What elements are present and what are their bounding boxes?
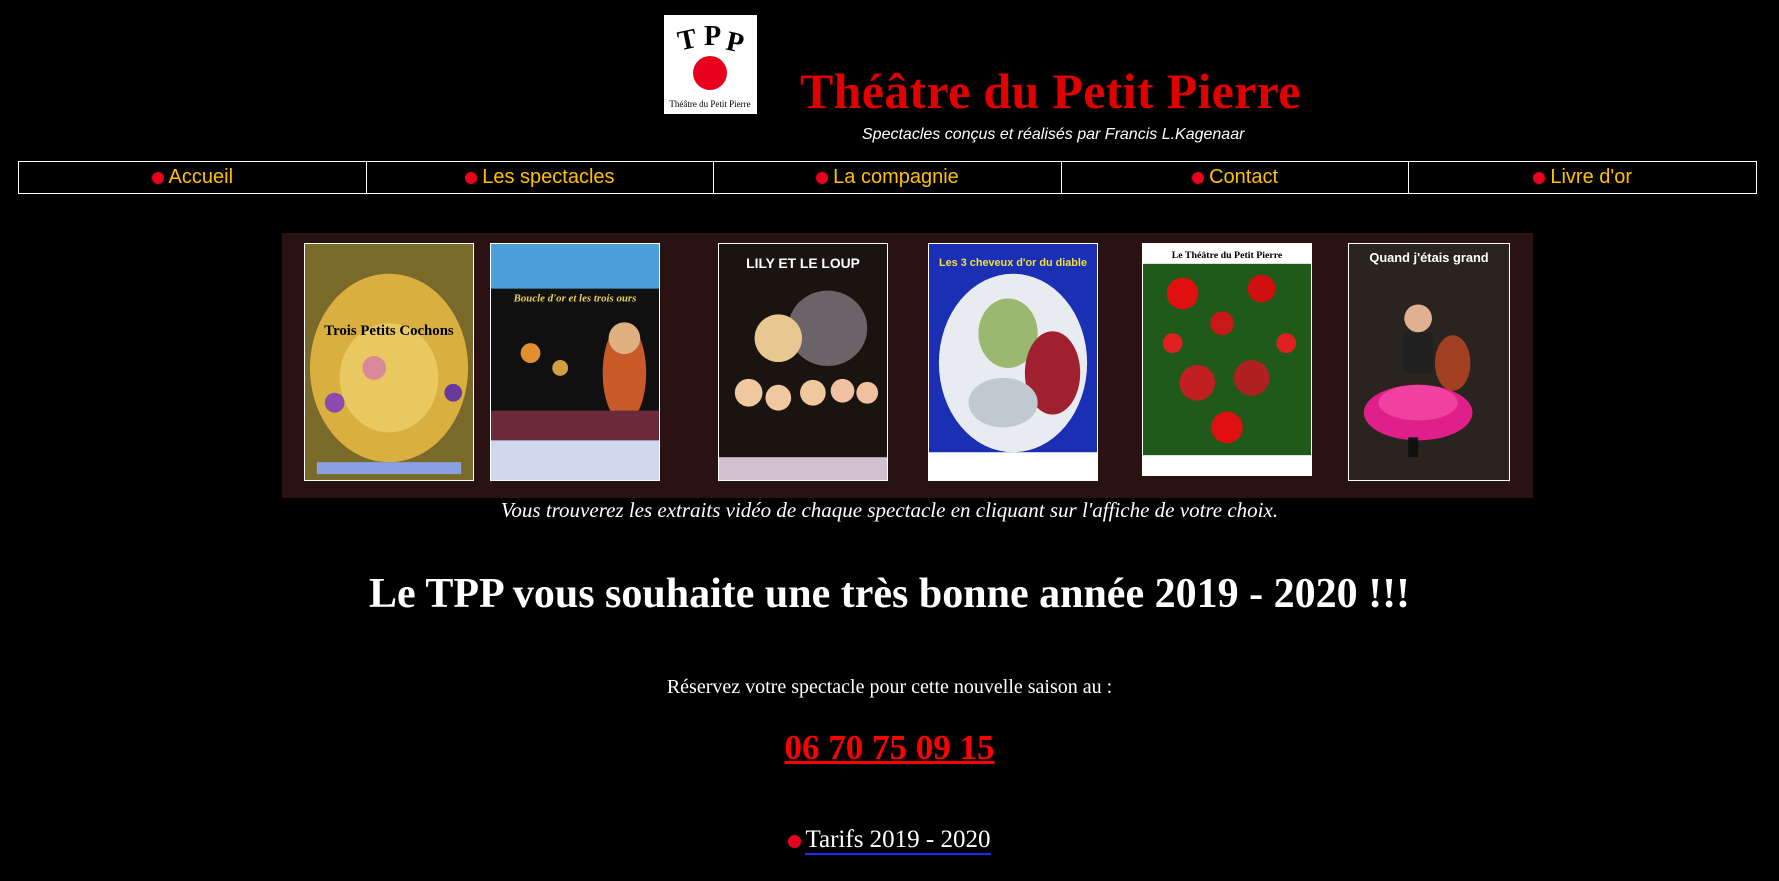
nav-item-label: Livre d'or: [1550, 166, 1632, 188]
poster-strip: Trois Petits Cochons Boucle d'or et les …: [282, 233, 1533, 498]
poster-boucle-dor[interactable]: Boucle d'or et les trois ours: [490, 243, 660, 481]
nav-item-label: Accueil: [168, 166, 234, 188]
poster-lily-et-le-loup[interactable]: LILY ET LE LOUP: [718, 243, 888, 481]
nav-item-accueil[interactable]: Accueil: [18, 161, 367, 194]
poster-3-cheveux-dor[interactable]: Les 3 cheveux d'or du diable: [928, 243, 1098, 481]
poster-title: Le Théâtre du Petit Pierre: [1172, 250, 1283, 261]
logo-letter-p2: P: [723, 26, 746, 60]
nav-item-les-spectacles[interactable]: Les spectacles: [365, 161, 715, 194]
nav-item-contact[interactable]: Contact: [1060, 161, 1410, 194]
logo-red-ball-icon: [693, 56, 727, 90]
nav-item-la-compagnie[interactable]: La compagnie: [713, 161, 1062, 194]
red-dot-icon: [465, 171, 478, 184]
nav-item-livre-dor[interactable]: Livre d'or: [1408, 161, 1757, 194]
logo-letter-t: T: [675, 23, 700, 57]
nav-item-label: Les spectacles: [482, 166, 615, 188]
site-subtitle: Spectacles conçus et réalisés par Franci…: [862, 126, 1245, 143]
poster-title: Quand j'étais grand: [1369, 250, 1488, 265]
nav-item-label: La compagnie: [833, 166, 959, 188]
red-dot-icon: [816, 171, 829, 184]
tarifs-block: Tarifs 2019 - 2020: [0, 826, 1779, 855]
site-title: Théâtre du Petit Pierre: [800, 63, 1301, 119]
poster-title: LILY ET LE LOUP: [746, 255, 860, 271]
phone-link[interactable]: 06 70 75 09 15: [785, 728, 995, 767]
main-nav: Accueil Les spectacles La compagnie Cont…: [18, 161, 1757, 194]
nav-item-label: Contact: [1209, 166, 1279, 188]
video-note: Vous trouverez les extraits vidéo de cha…: [500, 498, 1279, 522]
poster-title: Boucle d'or et les trois ours: [513, 292, 637, 304]
poster-quand-jetais-grand[interactable]: Quand j'étais grand: [1348, 243, 1510, 481]
poster-petit-chaperon-rouge[interactable]: Le Théâtre du Petit Pierre: [1142, 243, 1312, 476]
logo-letter-p1: P: [704, 21, 721, 52]
reserve-text: Réservez votre spectacle pour cette nouv…: [666, 676, 1113, 698]
poster-trois-petits-cochons[interactable]: Trois Petits Cochons: [304, 243, 474, 481]
poster-title: Trois Petits Cochons: [324, 323, 454, 339]
phone-block: 06 70 75 09 15: [0, 728, 1779, 768]
red-dot-icon: [1533, 171, 1546, 184]
red-dot-icon: [151, 171, 164, 184]
tarifs-link[interactable]: Tarifs 2019 - 2020: [805, 826, 991, 855]
red-dot-icon: [1192, 171, 1205, 184]
poster-title: Les 3 cheveux d'or du diable: [939, 257, 1087, 269]
logo: T P P Théâtre du Petit Pierre: [664, 15, 757, 114]
logo-caption: Théâtre du Petit Pierre: [669, 99, 750, 109]
new-year-greeting: Le TPP vous souhaite une très bonne anné…: [368, 571, 1411, 617]
red-dot-icon: [788, 834, 802, 848]
